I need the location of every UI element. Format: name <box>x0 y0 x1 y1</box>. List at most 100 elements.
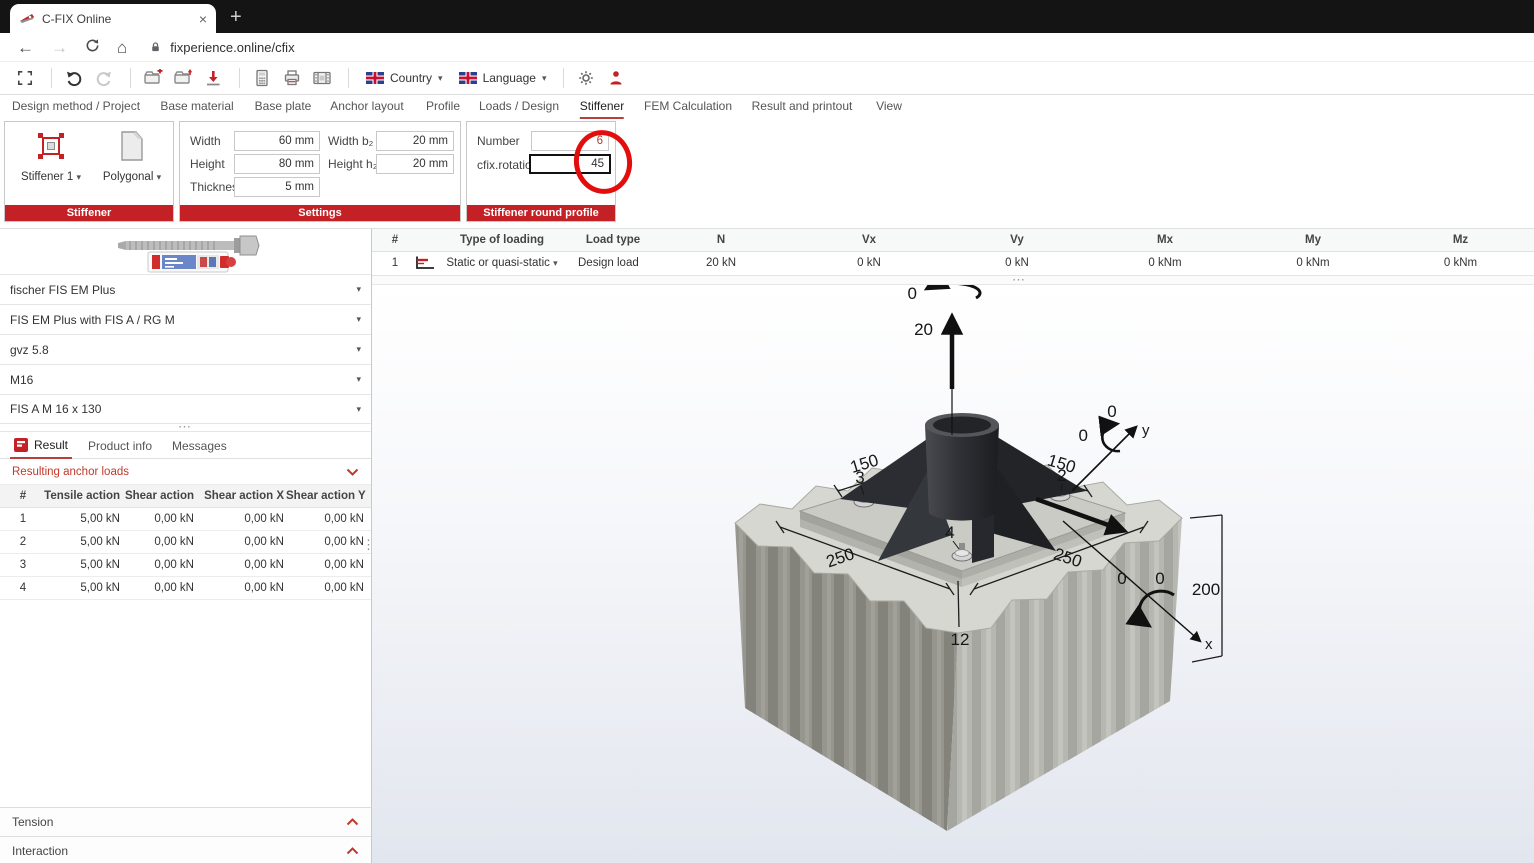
tab-result[interactable]: Result <box>10 432 72 459</box>
force-n-label: 20 <box>914 320 933 339</box>
stiffener-card-banner: Stiffener <box>5 205 173 221</box>
language-flag-icon <box>459 72 477 84</box>
table-viewport-splitter[interactable]: ⋯ <box>372 276 1534 285</box>
col-mz: Mz <box>1387 229 1534 252</box>
tab-base-material[interactable]: Base material <box>160 95 233 117</box>
cell: 5,00 kN <box>38 577 120 600</box>
col-load-type: Load type <box>568 229 658 252</box>
col-shear: Shear action <box>122 485 194 508</box>
select-product-family[interactable]: fischer FIS EM Plus ▾ <box>0 274 371 304</box>
round-profile-card: Number cfix.rotation Stiffener round pro… <box>466 121 616 222</box>
chevron-down-icon: ▾ <box>356 314 361 325</box>
browser-forward-icon[interactable]: → <box>51 39 68 56</box>
language-select[interactable]: Language ▾ <box>459 71 547 85</box>
select-steel-grade[interactable]: gvz 5.8▾ <box>0 334 371 364</box>
width-b2-input[interactable] <box>376 131 454 151</box>
moment-x-label: 0 <box>1155 569 1164 588</box>
cell-mz: 0 kNm <box>1387 252 1534 275</box>
tab-design-method[interactable]: Design method / Project <box>12 95 140 117</box>
height-h2-label: Height h₂ <box>328 155 377 174</box>
chevron-down-icon: ▾ <box>356 374 361 385</box>
force-y-label: 0 <box>1107 402 1116 421</box>
chevron-down-icon: ▾ <box>553 258 558 268</box>
cell-num: 1 <box>372 252 418 275</box>
tab-view[interactable]: View <box>876 95 902 117</box>
tab-base-plate[interactable]: Base plate <box>255 95 312 117</box>
cell: 5,00 kN <box>38 554 120 577</box>
chevron-down-icon <box>346 468 359 476</box>
browser-reload-icon[interactable] <box>85 38 100 56</box>
tab-profile[interactable]: Profile <box>426 95 460 117</box>
product-sidebar: fischer FIS EM Plus ▾ FIS EM Plus with FI… <box>0 228 372 863</box>
number-input[interactable] <box>531 131 609 151</box>
select-label: fischer FIS EM Plus <box>10 283 115 297</box>
interaction-section-header[interactable]: Interaction <box>0 836 371 863</box>
cell: 3 <box>8 554 38 577</box>
new-tab-button[interactable]: + <box>230 2 242 32</box>
type-of-loading-select[interactable]: Static or quasi-static ▾ <box>435 252 569 275</box>
dim-200: 200 <box>1192 580 1220 599</box>
height-input[interactable] <box>234 154 320 174</box>
stiffener-layout-icon <box>34 129 68 163</box>
open-project-icon[interactable] <box>140 66 166 90</box>
chevron-down-icon: ▾ <box>356 404 361 415</box>
product-image <box>0 231 371 275</box>
browser-home-icon[interactable]: ⌂ <box>117 39 127 56</box>
settings-card: Width Height Thickness Width b₂ Height h… <box>179 121 461 222</box>
stiffener-selector[interactable]: Stiffener 1 ▾ <box>13 129 89 183</box>
dim-12: 12 <box>951 630 970 649</box>
cell: 2 <box>8 531 38 554</box>
print-icon[interactable] <box>279 66 305 90</box>
stiffener-shape-selector[interactable]: Polygonal ▾ <box>95 129 169 183</box>
tab-anchor-layout[interactable]: Anchor layout <box>330 95 403 117</box>
select-product-variant[interactable]: FIS EM Plus with FIS A / RG M ▾ <box>0 304 371 334</box>
country-select[interactable]: Country ▾ <box>366 71 443 85</box>
browser-back-icon[interactable]: ← <box>17 39 34 56</box>
fullscreen-icon[interactable] <box>12 66 38 90</box>
cell: 0,00 kN <box>286 554 364 577</box>
tension-section-header[interactable]: Tension <box>0 807 371 836</box>
import-project-icon[interactable] <box>170 66 196 90</box>
toolbar-separator <box>51 68 52 88</box>
video-icon[interactable] <box>309 66 335 90</box>
tab-messages[interactable]: Messages <box>172 432 227 459</box>
select-anchor-size[interactable]: M16▾ <box>0 364 371 394</box>
license-user-icon[interactable] <box>603 66 629 90</box>
cell: 0,00 kN <box>196 508 284 531</box>
tab-product-info[interactable]: Product info <box>88 432 152 459</box>
cell: 0,00 kN <box>196 531 284 554</box>
rotation-input[interactable] <box>529 154 611 174</box>
col-num: # <box>372 229 418 252</box>
anchor-loads-table-header: # Tensile action Shear action Shear acti… <box>0 485 371 508</box>
tab-result-printout[interactable]: Result and printout <box>752 95 853 117</box>
tab-loads-design[interactable]: Loads / Design <box>479 95 559 117</box>
tab-close-icon[interactable]: × <box>199 11 207 27</box>
tab-stiffener[interactable]: Stiffener <box>580 95 624 119</box>
browser-tab[interactable]: C-FIX Online × <box>10 4 216 33</box>
3d-viewport[interactable]: 20 0 0 0 y 0 0 x 150 150 250 250 200 12 … <box>372 285 1534 863</box>
language-label: Language <box>483 71 536 85</box>
url-text[interactable]: fixperience.online/cfix <box>170 40 294 55</box>
resulting-anchor-loads-header[interactable]: Resulting anchor loads <box>0 459 371 485</box>
tab-fem-calculation[interactable]: FEM Calculation <box>644 95 732 117</box>
select-label: FIS A M 16 x 130 <box>10 402 101 416</box>
col-shear-x: Shear action X <box>196 485 284 508</box>
select-label: FIS EM Plus with FIS A / RG M <box>10 313 175 327</box>
cell: 1 <box>8 508 38 531</box>
settings-gear-icon[interactable] <box>573 66 599 90</box>
calculator-icon[interactable] <box>249 66 275 90</box>
thickness-input[interactable] <box>234 177 320 197</box>
tab-product-info-label: Product info <box>88 439 152 453</box>
height-h2-input[interactable] <box>376 154 454 174</box>
app-toolbar: Country ▾ Language ▾ <box>0 62 1534 95</box>
cell: 0,00 kN <box>286 531 364 554</box>
redo-icon[interactable] <box>91 66 117 90</box>
cell: 4 <box>8 577 38 600</box>
col-n: N <box>647 229 795 252</box>
z-axis-force <box>928 285 980 435</box>
width-input[interactable] <box>234 131 320 151</box>
round-profile-card-banner: Stiffener round profile <box>467 205 615 221</box>
save-download-icon[interactable] <box>200 66 226 90</box>
chevron-down-icon: ▾ <box>356 284 361 295</box>
undo-icon[interactable] <box>61 66 87 90</box>
